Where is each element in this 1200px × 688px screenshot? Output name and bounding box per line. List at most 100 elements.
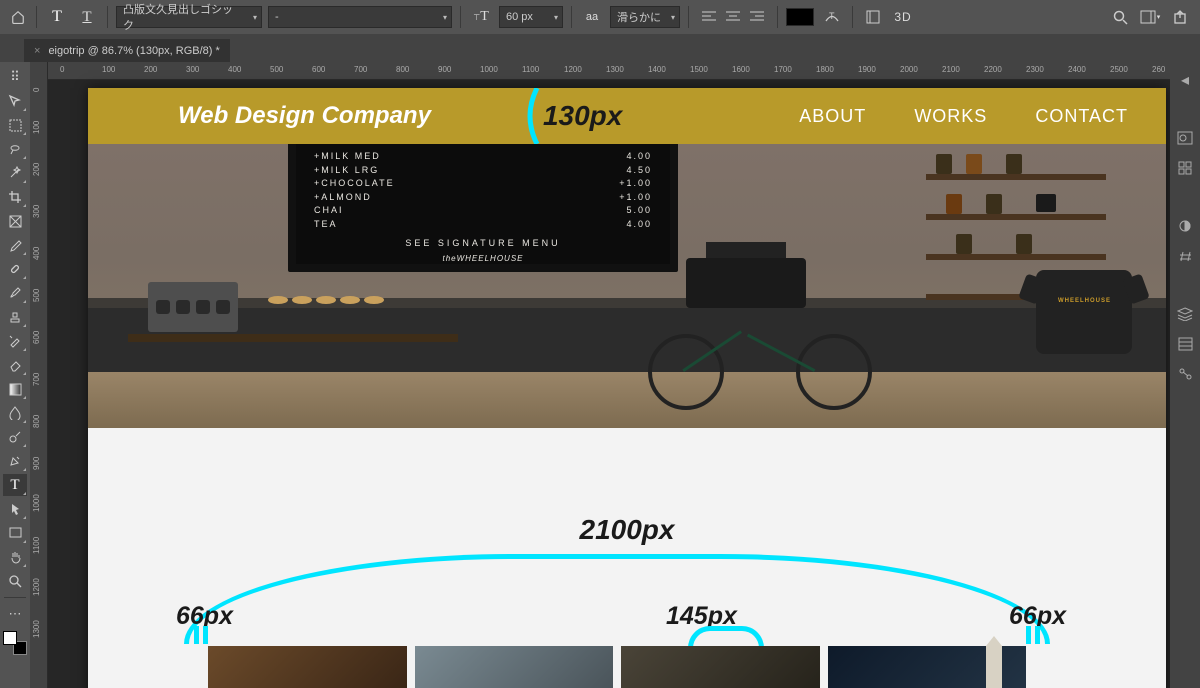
pen-tool-icon[interactable]: [3, 450, 27, 472]
plate: [340, 296, 360, 304]
text-vertical-icon[interactable]: T: [75, 5, 99, 29]
gradient-tool-icon[interactable]: [3, 378, 27, 400]
text-align-group: [697, 6, 769, 28]
site-header: Web Design Company 130px ABOUT WORKS CON…: [88, 88, 1166, 144]
align-left-icon[interactable]: [697, 6, 721, 28]
dimensions-section: 2100px 66px 145px 66px: [88, 428, 1166, 688]
font-style-value: -: [275, 11, 279, 23]
layers-panel-icon[interactable]: [1175, 304, 1195, 324]
chevron-down-icon: ▾: [253, 13, 257, 22]
separator: [107, 6, 108, 28]
history-brush-tool-icon[interactable]: [3, 330, 27, 352]
nav-works[interactable]: WORKS: [914, 106, 987, 127]
font-size-icon: ⊤T: [469, 5, 493, 29]
workspace: ⠿ T ⋯ 0100200300400500600700800900100011…: [0, 62, 1200, 688]
plate: [364, 296, 384, 304]
share-icon[interactable]: [1168, 5, 1192, 29]
hand-tool-icon[interactable]: [3, 546, 27, 568]
thumbnail: [828, 646, 1027, 688]
dodge-tool-icon[interactable]: [3, 426, 27, 448]
font-family-select[interactable]: 凸版文久見出しゴシック▾: [116, 6, 262, 28]
separator: [460, 6, 461, 28]
font-size-select[interactable]: 60 px ▾: [499, 6, 563, 28]
crop-tool-icon[interactable]: [3, 186, 27, 208]
color-panel-icon[interactable]: [1175, 128, 1195, 148]
antialias-select[interactable]: 滑らかに ▾: [610, 6, 680, 28]
styles-panel-icon[interactable]: [1175, 246, 1195, 266]
eyedropper-tool-icon[interactable]: [3, 234, 27, 256]
document-tab[interactable]: × eigotrip @ 86.7% (130px, RGB/8) *: [24, 39, 230, 62]
edit-toolbar-icon[interactable]: ⋯: [3, 603, 27, 625]
document-tab-bar: × eigotrip @ 86.7% (130px, RGB/8) *: [0, 34, 1200, 62]
hero-image: +MILK MED4.00+MILK LRG4.50+CHOCOLATE+1.0…: [88, 144, 1166, 428]
tshirt-logo: WHEELHOUSE: [1058, 298, 1110, 304]
antialias-label: aa: [580, 5, 604, 29]
path-select-tool-icon[interactable]: [3, 498, 27, 520]
adjustments-panel-icon[interactable]: [1175, 216, 1195, 236]
foreground-color-swatch[interactable]: [3, 631, 17, 645]
nav-about[interactable]: ABOUT: [799, 106, 866, 127]
dimension-130-label: 130px: [543, 100, 622, 132]
dimension-tick: [688, 626, 764, 648]
magic-wand-tool-icon[interactable]: [3, 162, 27, 184]
zoom-tool-icon[interactable]: [3, 570, 27, 592]
antialias-value: 滑らかに: [617, 9, 661, 25]
close-icon[interactable]: ×: [34, 45, 40, 57]
move-tool-icon[interactable]: [3, 90, 27, 112]
ruler-vertical[interactable]: 0100200300400500600700800900100011001200…: [30, 62, 48, 688]
align-right-icon[interactable]: [745, 6, 769, 28]
type-tool-icon[interactable]: T: [3, 474, 27, 496]
marquee-tool-icon[interactable]: [3, 114, 27, 136]
workspace-switcher-icon[interactable]: ▾: [1138, 5, 1162, 29]
color-swatches[interactable]: [3, 631, 27, 655]
brush-tool-icon[interactable]: [3, 282, 27, 304]
separator: [571, 6, 572, 28]
font-family-value: 凸版文久見出しゴシック: [123, 1, 243, 33]
right-panel-strip: ◂: [1170, 62, 1200, 688]
eraser-tool-icon[interactable]: [3, 354, 27, 376]
text-color-swatch[interactable]: [786, 8, 814, 26]
home-icon[interactable]: [8, 7, 28, 27]
frame-tool-icon[interactable]: [3, 210, 27, 232]
panel-expand-icon[interactable]: ◂: [1175, 70, 1195, 90]
stamp-tool-icon[interactable]: [3, 306, 27, 328]
align-center-icon[interactable]: [721, 6, 745, 28]
search-icon[interactable]: [1108, 5, 1132, 29]
grip-icon[interactable]: ⠿: [3, 66, 27, 88]
separator: [688, 6, 689, 28]
3d-icon[interactable]: 3D: [891, 5, 915, 29]
brand-title: Web Design Company: [178, 102, 431, 130]
plate: [292, 296, 312, 304]
channels-panel-icon[interactable]: [1175, 334, 1195, 354]
dimension-2100-label: 2100px: [580, 514, 675, 546]
document-canvas[interactable]: Web Design Company 130px ABOUT WORKS CON…: [88, 88, 1166, 688]
thumbnail: [415, 646, 614, 688]
electrical-box: [148, 282, 238, 332]
canvas-area: 0100200300400500600700800900100011001200…: [30, 62, 1170, 688]
warp-text-icon[interactable]: T: [820, 5, 844, 29]
lasso-tool-icon[interactable]: [3, 138, 27, 160]
separator: [4, 597, 26, 598]
thumbnail: [208, 646, 407, 688]
site-nav: ABOUT WORKS CONTACT: [799, 106, 1128, 127]
chevron-down-icon: ▾: [554, 13, 558, 22]
tools-panel: ⠿ T ⋯: [0, 62, 30, 688]
ruler-horizontal[interactable]: 0100200300400500600700800900100011001200…: [48, 62, 1170, 80]
nav-contact[interactable]: CONTACT: [1035, 106, 1128, 127]
floor: [88, 372, 1166, 428]
dimension-tick: [1026, 626, 1040, 644]
blur-tool-icon[interactable]: [3, 402, 27, 424]
character-panel-icon[interactable]: [861, 5, 885, 29]
swatches-panel-icon[interactable]: [1175, 158, 1195, 178]
wood-shelf: [128, 334, 458, 342]
text-horizontal-icon[interactable]: T: [45, 5, 69, 29]
chevron-down-icon: ▾: [443, 13, 447, 22]
thumbnail: [621, 646, 820, 688]
healing-tool-icon[interactable]: [3, 258, 27, 280]
paths-panel-icon[interactable]: [1175, 364, 1195, 384]
font-style-select[interactable]: -▾: [268, 6, 452, 28]
options-bar: T T 凸版文久見出しゴシック▾ -▾ ⊤T 60 px▾ aa 滑らかに▾ T…: [0, 0, 1200, 34]
rectangle-tool-icon[interactable]: [3, 522, 27, 544]
font-size-value: 60 px: [506, 11, 533, 23]
chevron-down-icon: ▾: [671, 13, 675, 22]
